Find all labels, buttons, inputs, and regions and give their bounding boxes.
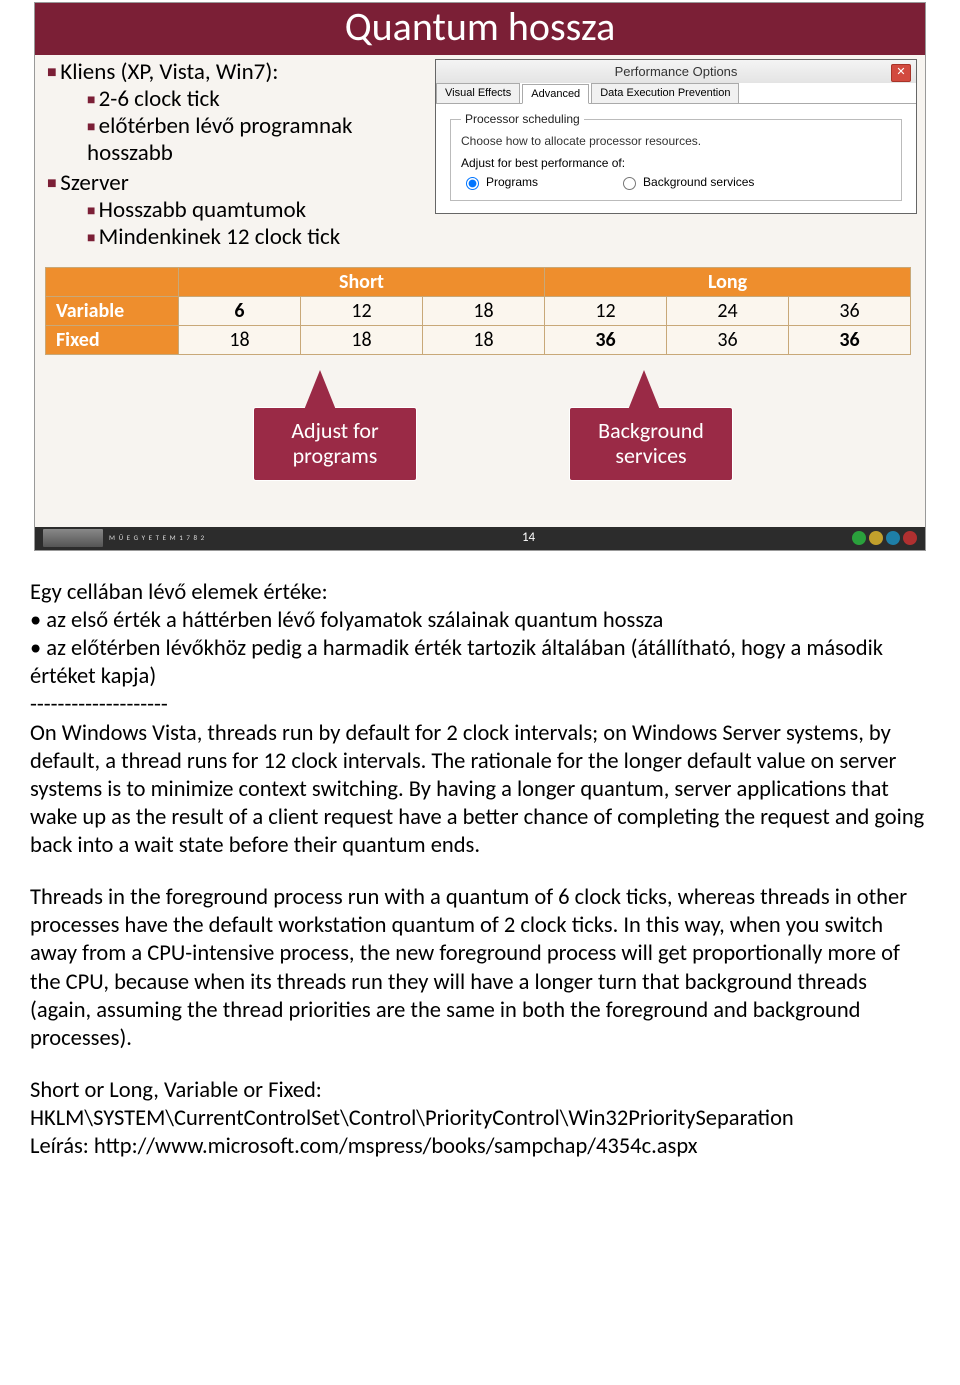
radio-programs-input[interactable]	[466, 177, 479, 190]
row-variable: Variable 6 12 18 12 24 36	[46, 296, 911, 325]
slide-title: Quantum hossza	[35, 3, 925, 55]
notes-hu-b1: • az első érték a háttérben lévő folyama…	[30, 607, 930, 635]
col-short: Short	[179, 267, 545, 296]
radio-services-input[interactable]	[623, 177, 636, 190]
tab-dep[interactable]: Data Execution Prevention	[591, 83, 739, 103]
bullet-server: Szerver	[60, 169, 128, 197]
dialog-title: Performance Options	[615, 64, 738, 79]
group-legend: Processor scheduling	[461, 112, 584, 126]
notes-reg-path: HKLM\SYSTEM\CurrentControlSet\Control\Pr…	[30, 1105, 930, 1133]
bullet-client: Kliens (XP, Vista, Win7):	[60, 58, 278, 86]
quantum-table: Short Long Variable 6 12 18 12 24 36 Fix…	[45, 267, 911, 355]
dot-icon	[852, 531, 866, 545]
notes-en-p1: On Windows Vista, threads run by default…	[30, 720, 930, 861]
bullet-client-ticks: 2-6 clock tick	[87, 86, 427, 113]
col-long: Long	[545, 267, 911, 296]
slide: Quantum hossza Kliens (XP, Vista, Win7):…	[34, 2, 926, 551]
bullet-client-foreground: előtérben lévő programnak hosszabb	[87, 113, 427, 167]
slide-number: 14	[205, 530, 852, 545]
notes-separator: --------------------	[30, 691, 930, 719]
adjust-label: Adjust for best performance of:	[461, 156, 891, 170]
row-fixed: Fixed 18 18 18 36 36 36	[46, 325, 911, 354]
tab-advanced[interactable]: Advanced	[522, 84, 589, 104]
footer-dots	[852, 531, 917, 545]
footer-logotext: M Ű E G Y E T E M 1 7 8 2	[109, 533, 205, 542]
callouts: Adjust for programs Background services	[35, 357, 925, 527]
notes-hu-intro: Egy cellában lévő elemek értéke:	[30, 579, 930, 607]
processor-scheduling-group: Processor scheduling Choose how to alloc…	[450, 112, 902, 201]
callout-arrow-icon	[304, 370, 336, 410]
close-icon[interactable]: ✕	[891, 64, 911, 82]
radio-background-services[interactable]: Background services	[618, 174, 754, 190]
notes-hu-b2: • az előtérben lévőkhöz pedig a harmadik…	[30, 635, 930, 691]
bullet-server-longer: Hosszabb quamtumok	[87, 197, 427, 224]
performance-options-dialog: Performance Options ✕ Visual Effects Adv…	[435, 59, 917, 214]
tab-visual-effects[interactable]: Visual Effects	[436, 83, 520, 103]
university-logo-icon	[43, 529, 103, 547]
bullet-list: Kliens (XP, Vista, Win7): 2-6 clock tick…	[47, 59, 427, 253]
notes-reg-link: Leírás: http://www.microsoft.com/mspress…	[30, 1133, 930, 1161]
dot-icon	[869, 531, 883, 545]
dialog-tabs: Visual Effects Advanced Data Execution P…	[436, 83, 916, 104]
dot-icon	[903, 531, 917, 545]
notes-en-p2: Threads in the foreground process run wi…	[30, 884, 930, 1053]
callout-background-services: Background services	[569, 407, 733, 482]
bullet-server-ticks: Mindenkinek 12 clock tick	[87, 224, 427, 251]
slide-footer: M Ű E G Y E T E M 1 7 8 2 14	[35, 527, 925, 550]
callout-adjust-for-programs: Adjust for programs	[253, 407, 417, 482]
callout-arrow-icon	[628, 370, 660, 410]
dot-icon	[886, 531, 900, 545]
radio-programs[interactable]: Programs	[461, 174, 538, 190]
speaker-notes: Egy cellában lévő elemek értéke: • az el…	[30, 579, 930, 1161]
group-desc: Choose how to allocate processor resourc…	[461, 134, 891, 148]
notes-reg-head: Short or Long, Variable or Fixed:	[30, 1077, 930, 1105]
